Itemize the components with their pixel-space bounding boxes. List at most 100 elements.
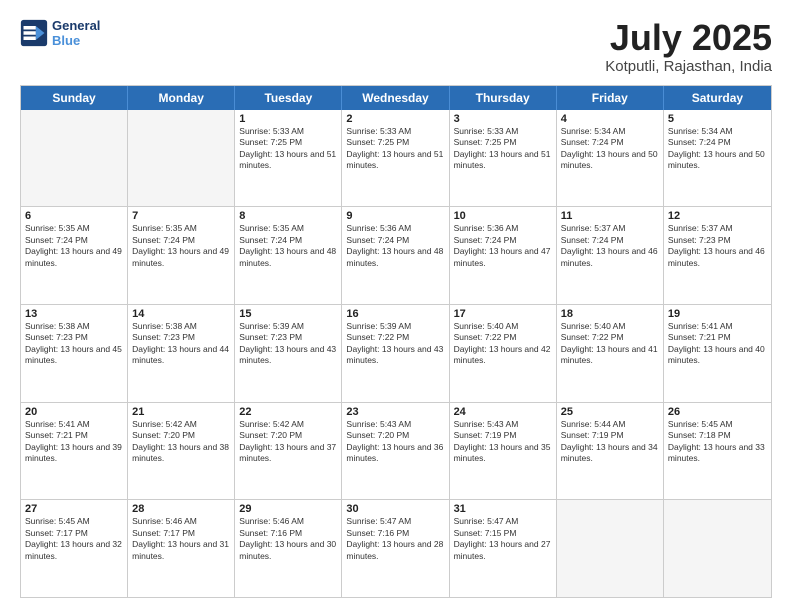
day-number: 21: [132, 406, 230, 418]
day-number: 30: [346, 503, 444, 515]
daylight-text: Daylight: 13 hours and 44 minutes.: [132, 344, 230, 367]
calendar-header-cell: Thursday: [450, 86, 557, 110]
daylight-text: Daylight: 13 hours and 28 minutes.: [346, 539, 444, 562]
page: General Blue July 2025 Kotputli, Rajasth…: [0, 0, 792, 612]
title-block: July 2025 Kotputli, Rajasthan, India: [605, 18, 772, 75]
day-number: 28: [132, 503, 230, 515]
day-number: 9: [346, 210, 444, 222]
sunrise-text: Sunrise: 5:37 AM: [561, 223, 659, 234]
calendar: SundayMondayTuesdayWednesdayThursdayFrid…: [20, 85, 772, 598]
daylight-text: Daylight: 13 hours and 46 minutes.: [561, 246, 659, 269]
calendar-cell: 18 Sunrise: 5:40 AM Sunset: 7:22 PM Dayl…: [557, 305, 664, 402]
calendar-cell: 19 Sunrise: 5:41 AM Sunset: 7:21 PM Dayl…: [664, 305, 771, 402]
calendar-cell: 25 Sunrise: 5:44 AM Sunset: 7:19 PM Dayl…: [557, 403, 664, 500]
sunrise-text: Sunrise: 5:40 AM: [561, 321, 659, 332]
calendar-header-cell: Monday: [128, 86, 235, 110]
calendar-header-cell: Tuesday: [235, 86, 342, 110]
day-number: 3: [454, 113, 552, 125]
sunset-text: Sunset: 7:22 PM: [454, 332, 552, 343]
calendar-cell: 10 Sunrise: 5:36 AM Sunset: 7:24 PM Dayl…: [450, 207, 557, 304]
sunrise-text: Sunrise: 5:34 AM: [668, 126, 767, 137]
sunset-text: Sunset: 7:23 PM: [25, 332, 123, 343]
calendar-body: 1 Sunrise: 5:33 AM Sunset: 7:25 PM Dayli…: [21, 110, 771, 597]
sunrise-text: Sunrise: 5:41 AM: [25, 419, 123, 430]
daylight-text: Daylight: 13 hours and 47 minutes.: [454, 246, 552, 269]
sunset-text: Sunset: 7:21 PM: [25, 430, 123, 441]
calendar-cell: [128, 110, 235, 207]
daylight-text: Daylight: 13 hours and 35 minutes.: [454, 442, 552, 465]
sunrise-text: Sunrise: 5:38 AM: [25, 321, 123, 332]
calendar-cell: 4 Sunrise: 5:34 AM Sunset: 7:24 PM Dayli…: [557, 110, 664, 207]
calendar-cell: 6 Sunrise: 5:35 AM Sunset: 7:24 PM Dayli…: [21, 207, 128, 304]
daylight-text: Daylight: 13 hours and 51 minutes.: [346, 149, 444, 172]
daylight-text: Daylight: 13 hours and 37 minutes.: [239, 442, 337, 465]
sunrise-text: Sunrise: 5:42 AM: [239, 419, 337, 430]
sunset-text: Sunset: 7:24 PM: [239, 235, 337, 246]
day-number: 1: [239, 113, 337, 125]
sunrise-text: Sunrise: 5:47 AM: [346, 516, 444, 527]
calendar-week-row: 27 Sunrise: 5:45 AM Sunset: 7:17 PM Dayl…: [21, 500, 771, 597]
daylight-text: Daylight: 13 hours and 38 minutes.: [132, 442, 230, 465]
daylight-text: Daylight: 13 hours and 48 minutes.: [239, 246, 337, 269]
calendar-header-cell: Wednesday: [342, 86, 449, 110]
sunrise-text: Sunrise: 5:35 AM: [132, 223, 230, 234]
sunrise-text: Sunrise: 5:43 AM: [454, 419, 552, 430]
day-number: 23: [346, 406, 444, 418]
daylight-text: Daylight: 13 hours and 51 minutes.: [239, 149, 337, 172]
sunrise-text: Sunrise: 5:34 AM: [561, 126, 659, 137]
day-number: 25: [561, 406, 659, 418]
calendar-cell: 21 Sunrise: 5:42 AM Sunset: 7:20 PM Dayl…: [128, 403, 235, 500]
calendar-cell: 2 Sunrise: 5:33 AM Sunset: 7:25 PM Dayli…: [342, 110, 449, 207]
calendar-cell: [664, 500, 771, 597]
sunset-text: Sunset: 7:25 PM: [454, 137, 552, 148]
sunrise-text: Sunrise: 5:33 AM: [239, 126, 337, 137]
calendar-cell: 30 Sunrise: 5:47 AM Sunset: 7:16 PM Dayl…: [342, 500, 449, 597]
sunrise-text: Sunrise: 5:40 AM: [454, 321, 552, 332]
calendar-cell: 7 Sunrise: 5:35 AM Sunset: 7:24 PM Dayli…: [128, 207, 235, 304]
day-number: 14: [132, 308, 230, 320]
day-number: 4: [561, 113, 659, 125]
calendar-week-row: 1 Sunrise: 5:33 AM Sunset: 7:25 PM Dayli…: [21, 110, 771, 208]
calendar-cell: 3 Sunrise: 5:33 AM Sunset: 7:25 PM Dayli…: [450, 110, 557, 207]
logo-text: General Blue: [52, 18, 100, 48]
calendar-cell: [557, 500, 664, 597]
sunset-text: Sunset: 7:17 PM: [25, 528, 123, 539]
day-number: 2: [346, 113, 444, 125]
daylight-text: Daylight: 13 hours and 50 minutes.: [668, 149, 767, 172]
daylight-text: Daylight: 13 hours and 27 minutes.: [454, 539, 552, 562]
sunset-text: Sunset: 7:21 PM: [668, 332, 767, 343]
calendar-week-row: 20 Sunrise: 5:41 AM Sunset: 7:21 PM Dayl…: [21, 403, 771, 501]
daylight-text: Daylight: 13 hours and 39 minutes.: [25, 442, 123, 465]
sunrise-text: Sunrise: 5:44 AM: [561, 419, 659, 430]
daylight-text: Daylight: 13 hours and 50 minutes.: [561, 149, 659, 172]
calendar-cell: 29 Sunrise: 5:46 AM Sunset: 7:16 PM Dayl…: [235, 500, 342, 597]
day-number: 5: [668, 113, 767, 125]
sunset-text: Sunset: 7:15 PM: [454, 528, 552, 539]
calendar-cell: 24 Sunrise: 5:43 AM Sunset: 7:19 PM Dayl…: [450, 403, 557, 500]
calendar-cell: 14 Sunrise: 5:38 AM Sunset: 7:23 PM Dayl…: [128, 305, 235, 402]
sunset-text: Sunset: 7:19 PM: [454, 430, 552, 441]
sunset-text: Sunset: 7:20 PM: [132, 430, 230, 441]
sunset-text: Sunset: 7:16 PM: [239, 528, 337, 539]
daylight-text: Daylight: 13 hours and 49 minutes.: [25, 246, 123, 269]
daylight-text: Daylight: 13 hours and 36 minutes.: [346, 442, 444, 465]
sunset-text: Sunset: 7:24 PM: [561, 235, 659, 246]
calendar-cell: 31 Sunrise: 5:47 AM Sunset: 7:15 PM Dayl…: [450, 500, 557, 597]
sunset-text: Sunset: 7:23 PM: [132, 332, 230, 343]
sunset-text: Sunset: 7:24 PM: [132, 235, 230, 246]
sunset-text: Sunset: 7:22 PM: [346, 332, 444, 343]
sunrise-text: Sunrise: 5:45 AM: [25, 516, 123, 527]
daylight-text: Daylight: 13 hours and 48 minutes.: [346, 246, 444, 269]
sunset-text: Sunset: 7:16 PM: [346, 528, 444, 539]
header: General Blue July 2025 Kotputli, Rajasth…: [20, 18, 772, 75]
sunset-text: Sunset: 7:22 PM: [561, 332, 659, 343]
sunset-text: Sunset: 7:20 PM: [239, 430, 337, 441]
daylight-text: Daylight: 13 hours and 34 minutes.: [561, 442, 659, 465]
day-number: 13: [25, 308, 123, 320]
day-number: 22: [239, 406, 337, 418]
daylight-text: Daylight: 13 hours and 46 minutes.: [668, 246, 767, 269]
calendar-header-row: SundayMondayTuesdayWednesdayThursdayFrid…: [21, 86, 771, 110]
day-number: 19: [668, 308, 767, 320]
sunset-text: Sunset: 7:18 PM: [668, 430, 767, 441]
sunrise-text: Sunrise: 5:47 AM: [454, 516, 552, 527]
